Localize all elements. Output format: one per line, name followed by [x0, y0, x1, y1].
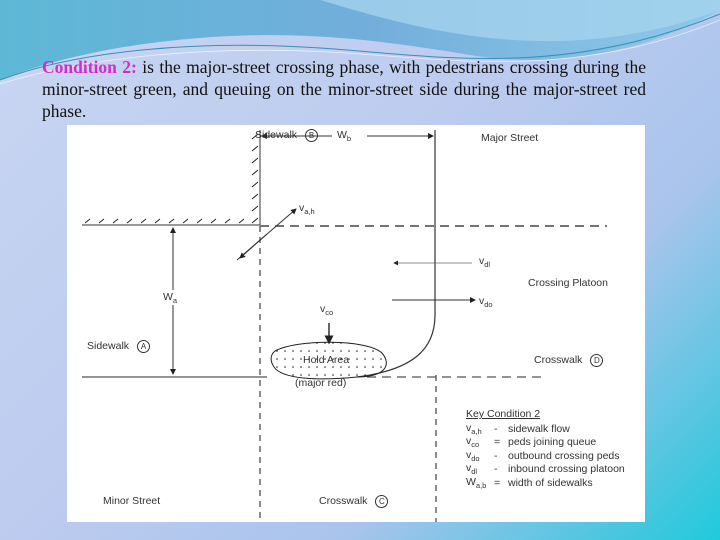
sidewalk-b-label: Sidewalk B — [255, 129, 319, 142]
caption-highlight: Condition 2: — [42, 57, 137, 77]
marker-b: B — [305, 129, 319, 142]
vdl-label: vdl — [479, 255, 491, 269]
key-row: vdl - inbound crossing platoon — [466, 462, 625, 477]
key-description: sidewalk flow — [508, 422, 570, 435]
key-row: va,h - sidewalk flow — [466, 422, 625, 436]
key-symbol: vdl — [466, 462, 478, 477]
intersection-diagram: Sidewalk B Major Street Wb va,h vdl Cross… — [67, 125, 645, 522]
key-symbol: Wa,b — [466, 475, 487, 490]
key-title: Key Condition 2 — [466, 408, 541, 420]
crosswalk-d-label: Crosswalk D — [534, 354, 604, 367]
key-description: outbound crossing peds — [508, 449, 620, 462]
vah-arrow-in — [239, 233, 268, 259]
major-street-label: Major Street — [481, 132, 539, 144]
wa-label: Wa — [163, 291, 178, 305]
vdo-label: vdo — [479, 295, 493, 309]
wb-label: Wb — [337, 129, 352, 143]
marker-c: C — [375, 495, 389, 508]
sidewalk-a-label: Sidewalk A — [87, 340, 151, 353]
key-operator: = — [494, 476, 501, 489]
curb-line — [356, 130, 436, 378]
major-red-label: (major red) — [295, 377, 347, 389]
hatch-horizontal — [84, 218, 245, 224]
key-description: inbound crossing platoon — [508, 463, 625, 476]
key-operator: = — [494, 436, 501, 449]
key-row: vco = peds joining queue — [466, 435, 625, 450]
key-description: peds joining queue — [508, 436, 597, 449]
marker-d: D — [590, 354, 604, 367]
key-operator: - — [494, 449, 498, 462]
crosswalk-c-label: Crosswalk C — [319, 495, 389, 508]
condition-caption: Condition 2: is the major-street crossin… — [42, 56, 646, 122]
key-operator: - — [494, 422, 498, 435]
hatch-vertical — [251, 133, 259, 224]
key-symbol: va,h — [466, 421, 482, 436]
key-operator: - — [494, 463, 498, 476]
vco-label: vco — [320, 303, 334, 317]
key-symbol: vco — [466, 435, 480, 450]
key-row: vdo - outbound crossing peds — [466, 449, 625, 463]
key-description: width of sidewalks — [508, 476, 593, 489]
hold-area-label: Hold Area — [303, 354, 350, 366]
key-legend: Key Condition 2 va,h - sidewalk flow vco = pe… — [466, 408, 625, 490]
minor-street-label: Minor Street — [103, 495, 161, 507]
key-row: Wa,b = width of sidewalks — [466, 476, 625, 490]
crossing-platoon-label: Crossing Platoon — [528, 277, 608, 289]
marker-a: A — [137, 340, 151, 353]
vah-label: va,h — [299, 202, 315, 216]
key-symbol: vdo — [466, 448, 480, 463]
